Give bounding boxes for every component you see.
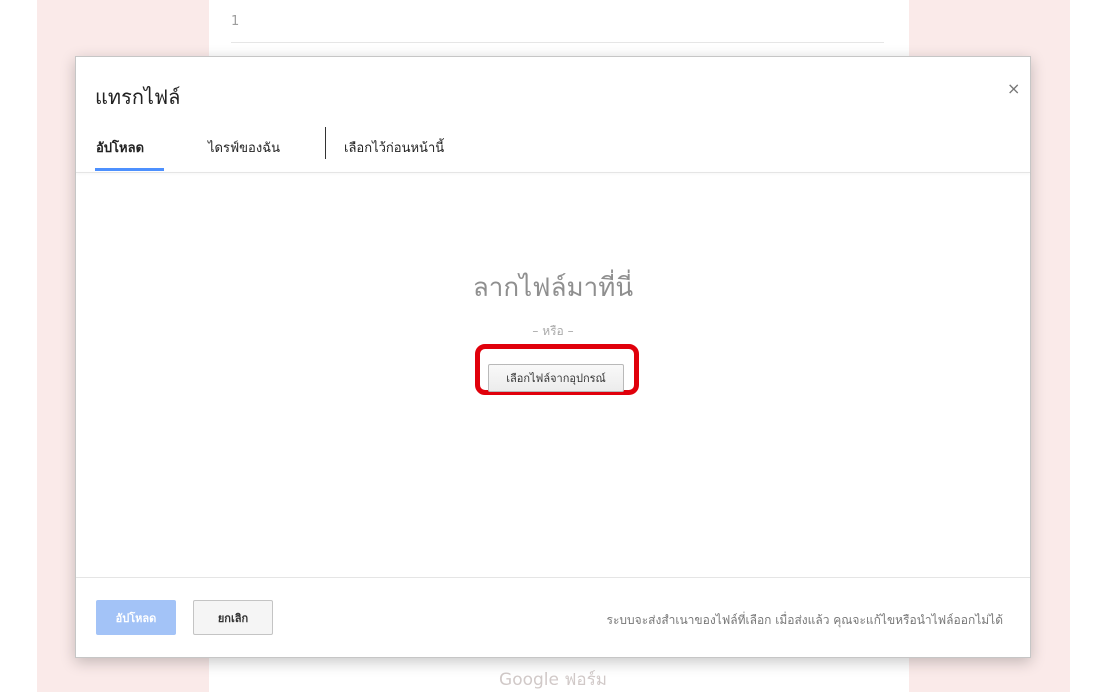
dialog-title: แทรกไฟล์: [95, 85, 181, 109]
question-number: 1: [231, 14, 240, 29]
cancel-button[interactable]: ยกเลิก: [193, 600, 273, 635]
active-tab-indicator: [95, 168, 164, 171]
tab-my-drive[interactable]: ไดรฟ์ของฉัน: [208, 137, 280, 158]
question-input-line: [231, 42, 884, 43]
or-separator-label: – หรือ –: [532, 324, 574, 338]
tab-previously-selected[interactable]: เลือกไว้ก่อนหน้านี้: [344, 137, 444, 158]
insert-file-dialog: แทรกไฟล์ × อัปโหลด ไดรฟ์ของฉัน เลือกไว้ก…: [75, 56, 1031, 658]
tab-separator: [325, 127, 326, 159]
footer-divider: [76, 577, 1030, 578]
header-divider: [76, 172, 1030, 173]
upload-button[interactable]: อัปโหลด: [96, 600, 176, 635]
select-file-from-device-button[interactable]: เลือกไฟล์จากอุปกรณ์: [488, 364, 624, 392]
close-icon[interactable]: ×: [1007, 79, 1020, 98]
google-forms-brand: Google ฟอร์ม: [499, 670, 607, 690]
upload-notice-text: ระบบจะส่งสำเนาของไฟล์ที่เลือก เมื่อส่งแล…: [606, 613, 1003, 627]
tab-upload[interactable]: อัปโหลด: [96, 137, 144, 158]
drop-zone-heading: ลากไฟล์มาที่นี่: [472, 273, 634, 303]
